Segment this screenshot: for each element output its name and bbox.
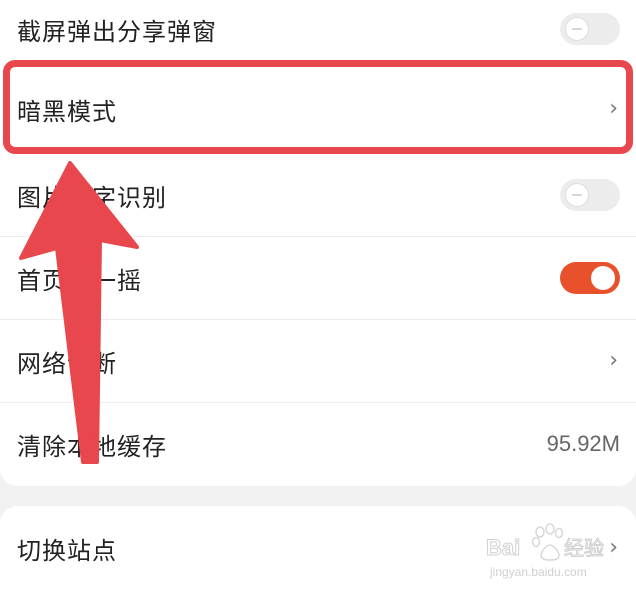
row-label: 切换站点 (17, 536, 117, 565)
row-clear-cache[interactable]: 清除本地缓存 95.92M (0, 403, 636, 485)
row-switch-site[interactable]: 切换站点 › (0, 506, 636, 590)
row-dark-mode[interactable]: 暗黑模式 › (0, 67, 636, 151)
image-text-recognition-toggle[interactable] (560, 179, 620, 211)
chevron-right-icon: › (609, 96, 618, 121)
row-label: 首页摇一摇 (17, 266, 142, 295)
screenshot-share-toggle[interactable] (560, 13, 620, 45)
row-label: 截屏弹出分享弹窗 (17, 17, 217, 46)
row-label: 图片文字识别 (17, 183, 167, 212)
row-image-text-recognition[interactable]: 图片文字识别 (0, 154, 636, 236)
toggle-knob (565, 17, 589, 41)
row-label: 清除本地缓存 (17, 432, 167, 461)
row-screenshot-share[interactable]: 截屏弹出分享弹窗 (0, 0, 636, 58)
row-network-diagnosis[interactable]: 网络诊断 › (0, 320, 636, 402)
row-label: 网络诊断 (17, 349, 117, 378)
home-shake-toggle[interactable] (560, 262, 620, 294)
chevron-right-icon: › (609, 535, 618, 560)
toggle-knob (591, 266, 615, 290)
row-label: 暗黑模式 (17, 97, 117, 126)
toggle-knob (565, 183, 589, 207)
cache-size-value: 95.92M (546, 431, 620, 456)
row-home-shake[interactable]: 首页摇一摇 (0, 237, 636, 319)
chevron-right-icon: › (609, 348, 618, 373)
